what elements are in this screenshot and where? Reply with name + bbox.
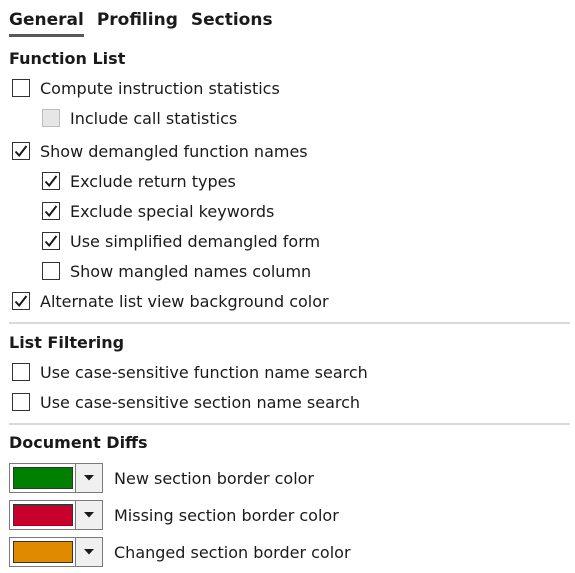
tab-general[interactable]: General: [9, 8, 84, 37]
show-mangled-names-column-option[interactable]: Show mangled names column: [42, 259, 311, 283]
new-section-color-picker[interactable]: [9, 463, 103, 493]
compute-instruction-statistics-checkbox[interactable]: [12, 79, 30, 97]
tab-profiling[interactable]: Profiling: [97, 8, 178, 34]
chevron-down-icon: [84, 512, 94, 518]
checkmark-icon: [44, 235, 58, 248]
use-simplified-demangled-form-checkbox[interactable]: [42, 232, 60, 250]
missing-section-color-row: Missing section border color: [9, 499, 339, 531]
changed-section-color-label: Changed section border color: [114, 542, 351, 562]
changed-section-color-row: Changed section border color: [9, 536, 351, 568]
missing-section-color-swatch-area[interactable]: [10, 501, 76, 529]
function-list-title: Function List: [9, 49, 126, 68]
list-filtering-title: List Filtering: [9, 333, 125, 352]
changed-section-color-picker[interactable]: [9, 537, 103, 567]
use-simplified-demangled-form-option[interactable]: Use simplified demangled form: [42, 229, 320, 253]
checkmark-icon: [44, 175, 58, 188]
case-sensitive-function-search-label: Use case-sensitive function name search: [40, 362, 368, 382]
changed-section-color-dropdown-button[interactable]: [76, 538, 102, 566]
new-section-color-dropdown-button[interactable]: [76, 464, 102, 492]
new-section-color-row: New section border color: [9, 462, 314, 494]
changed-section-color-swatch-area[interactable]: [10, 538, 76, 566]
new-section-color-swatch[interactable]: [12, 467, 73, 489]
missing-section-color-picker[interactable]: [9, 500, 103, 530]
alternate-list-view-background-checkbox[interactable]: [12, 292, 30, 310]
show-demangled-function-names-label: Show demangled function names: [40, 141, 308, 161]
exclude-special-keywords-label: Exclude special keywords: [70, 201, 275, 221]
missing-section-color-dropdown-button[interactable]: [76, 501, 102, 529]
exclude-return-types-label: Exclude return types: [70, 171, 236, 191]
chevron-down-icon: [84, 475, 94, 481]
include-call-statistics-option[interactable]: Include call statistics: [42, 106, 237, 130]
checkmark-icon: [44, 205, 58, 218]
missing-section-color-label: Missing section border color: [114, 505, 339, 525]
exclude-special-keywords-option[interactable]: Exclude special keywords: [42, 199, 274, 223]
exclude-return-types-checkbox[interactable]: [42, 172, 60, 190]
compute-instruction-statistics-label: Compute instruction statistics: [40, 78, 280, 98]
case-sensitive-function-search-checkbox[interactable]: [12, 363, 30, 381]
exclude-special-keywords-checkbox[interactable]: [42, 202, 60, 220]
checkmark-icon: [14, 295, 28, 308]
include-call-statistics-checkbox[interactable]: [42, 109, 60, 127]
missing-section-color-swatch[interactable]: [12, 504, 73, 526]
alternate-list-view-background-label: Alternate list view background color: [40, 291, 329, 311]
include-call-statistics-label: Include call statistics: [70, 108, 238, 128]
new-section-color-swatch-area[interactable]: [10, 464, 76, 492]
document-diffs-title: Document Diffs: [9, 433, 148, 452]
case-sensitive-section-search-option[interactable]: Use case-sensitive section name search: [12, 390, 360, 414]
section-divider: [9, 423, 570, 425]
exclude-return-types-option[interactable]: Exclude return types: [42, 169, 236, 193]
new-section-color-label: New section border color: [114, 468, 314, 488]
chevron-down-icon: [84, 549, 94, 555]
tab-strip: General Profiling Sections: [9, 8, 286, 38]
section-divider: [9, 322, 570, 324]
tab-sections[interactable]: Sections: [191, 8, 273, 34]
use-simplified-demangled-form-label: Use simplified demangled form: [70, 231, 321, 251]
alternate-list-view-background-option[interactable]: Alternate list view background color: [12, 289, 329, 313]
changed-section-color-swatch[interactable]: [12, 541, 73, 563]
show-demangled-function-names-option[interactable]: Show demangled function names: [12, 139, 308, 163]
show-mangled-names-column-checkbox[interactable]: [42, 262, 60, 280]
show-demangled-function-names-checkbox[interactable]: [12, 142, 30, 160]
case-sensitive-function-search-option[interactable]: Use case-sensitive function name search: [12, 360, 368, 384]
checkmark-icon: [14, 145, 28, 158]
compute-instruction-statistics-option[interactable]: Compute instruction statistics: [12, 76, 280, 100]
show-mangled-names-column-label: Show mangled names column: [70, 261, 312, 281]
case-sensitive-section-search-label: Use case-sensitive section name search: [40, 392, 361, 412]
case-sensitive-section-search-checkbox[interactable]: [12, 393, 30, 411]
